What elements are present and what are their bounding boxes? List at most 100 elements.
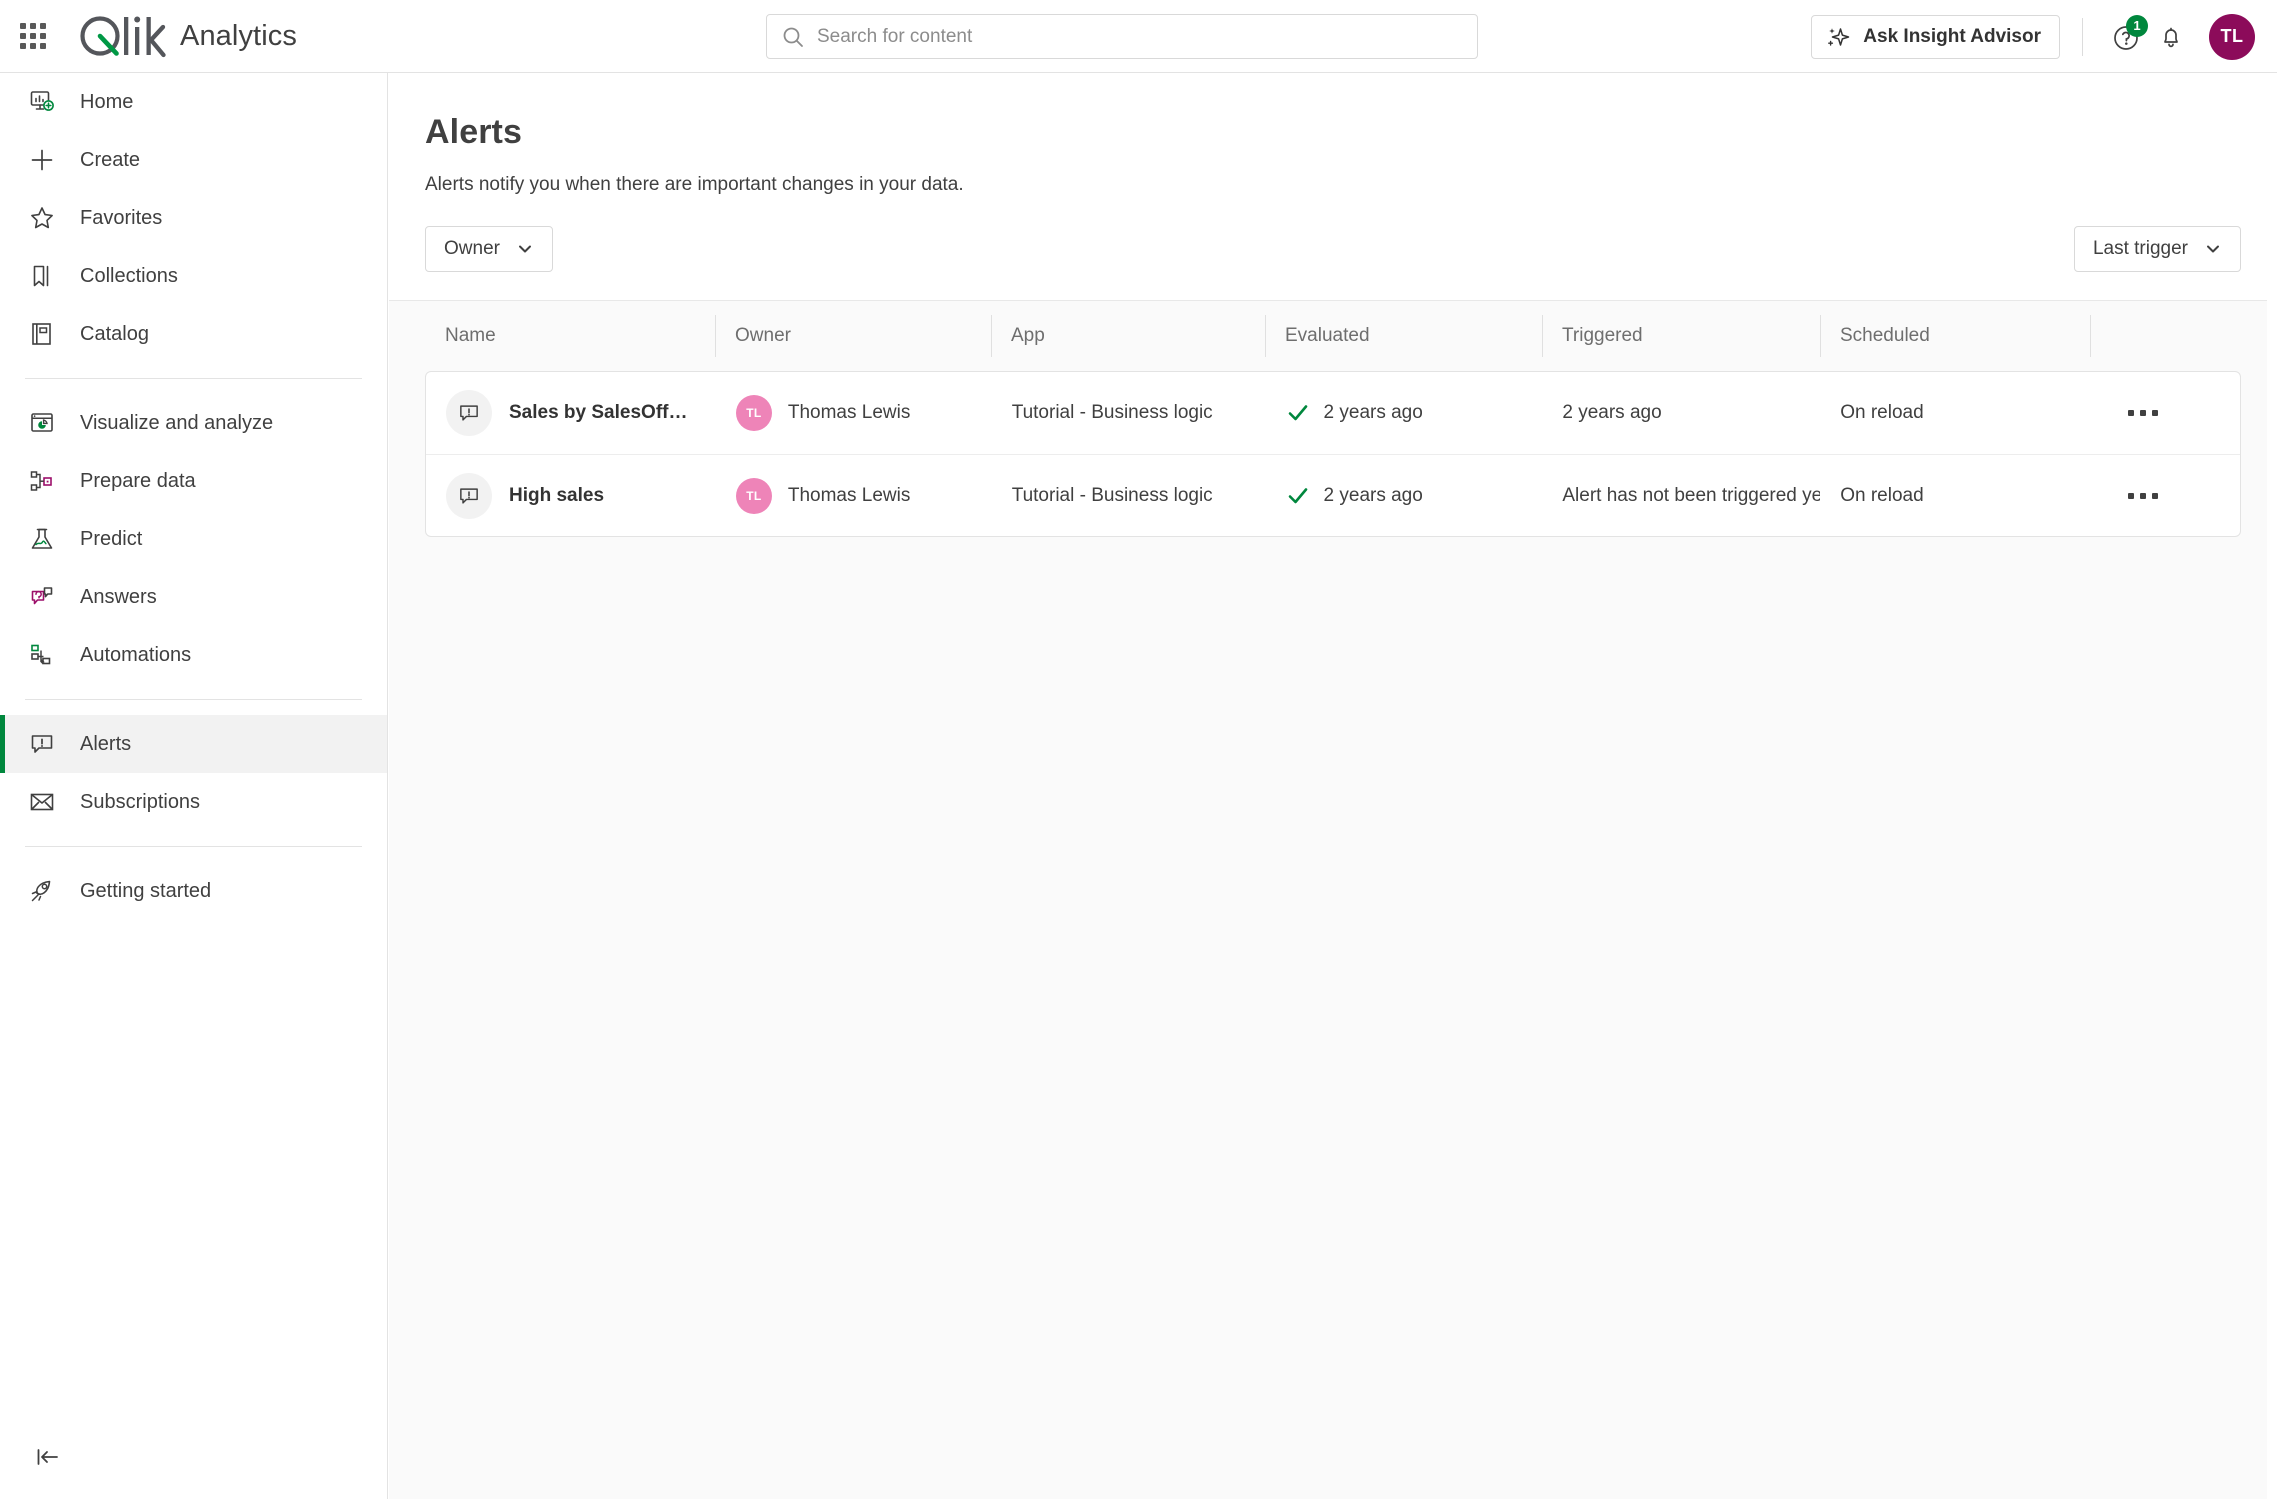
cell-actions — [2090, 372, 2240, 454]
column-header-triggered[interactable]: Triggered — [1542, 315, 1820, 357]
page-header: Alerts Alerts notify you when there are … — [389, 73, 2277, 301]
column-header-scheduled[interactable]: Scheduled — [1820, 315, 2090, 357]
sidebar-item-catalog[interactable]: Catalog — [0, 305, 387, 363]
more-options-icon[interactable] — [2118, 393, 2168, 433]
sidebar-item-subscriptions[interactable]: Subscriptions — [0, 773, 387, 831]
sidebar-divider — [25, 699, 362, 700]
ask-insight-advisor-button[interactable]: Ask Insight Advisor — [1811, 14, 2060, 59]
notifications-button[interactable] — [2149, 15, 2193, 59]
scheduled-value: On reload — [1840, 484, 1924, 506]
evaluated-time: 2 years ago — [1323, 402, 1423, 423]
search-bar[interactable] — [766, 14, 1478, 59]
table-row[interactable]: Sales by SalesOff… TL Thomas Lewis Tutor… — [426, 372, 2240, 454]
alert-bubble-icon — [446, 390, 492, 436]
cell-app: Tutorial - Business logic — [992, 372, 1266, 454]
help-badge: 1 — [2126, 14, 2148, 37]
sidebar-item-alerts[interactable]: Alerts — [0, 715, 387, 773]
chevron-down-icon — [518, 245, 531, 253]
star-icon — [25, 201, 59, 235]
data-nodes-icon — [25, 464, 59, 498]
cell-scheduled: On reload — [1820, 372, 2090, 454]
evaluated-time: 2 years ago — [1323, 484, 1423, 506]
cell-evaluated: 2 years ago — [1266, 455, 1543, 536]
sort-button[interactable]: Last trigger — [2073, 226, 2241, 272]
column-header-evaluated[interactable]: Evaluated — [1265, 315, 1542, 357]
bell-icon — [2164, 27, 2178, 47]
alert-bubble-icon — [446, 472, 492, 519]
search-icon — [783, 27, 803, 47]
sidebar-item-answers[interactable]: Answers — [0, 568, 387, 626]
plus-icon — [25, 143, 59, 177]
qlik-logo-icon — [80, 16, 166, 58]
product-name: Analytics — [180, 19, 297, 52]
sidebar-item-prepare-data[interactable]: Prepare data — [0, 452, 387, 510]
user-avatar-initials: TL — [2220, 26, 2244, 46]
cell-owner: TL Thomas Lewis — [716, 455, 992, 536]
table-header-row: Name Owner App Evaluated Triggered Sched… — [425, 301, 2241, 371]
help-button[interactable]: 1 — [2105, 14, 2149, 59]
column-header-actions — [2090, 315, 2240, 357]
collapse-sidebar-button[interactable] — [28, 1437, 68, 1477]
top-bar-actions: Ask Insight Advisor 1 TL — [1811, 0, 2255, 73]
avatar: TL — [735, 477, 772, 514]
sidebar-item-create[interactable]: Create — [0, 131, 387, 189]
chat-bulb-icon — [25, 580, 59, 614]
cell-name: High sales — [426, 455, 716, 536]
sidebar-item-label: Getting started — [80, 879, 212, 902]
sidebar-item-label: Home — [80, 90, 134, 113]
sidebar-item-visualize-and-analyze[interactable]: Visualize and analyze — [0, 394, 387, 452]
envelope-icon — [25, 785, 59, 819]
cell-name: Sales by SalesOff… — [426, 372, 716, 454]
sidebar-item-label: Automations — [80, 643, 192, 666]
column-header-owner[interactable]: Owner — [715, 315, 991, 357]
apps-grid-icon[interactable] — [18, 21, 48, 51]
scheduled-value: On reload — [1840, 402, 1924, 423]
sidebar-item-label: Create — [80, 148, 141, 171]
sort-label: Last trigger — [2092, 238, 2188, 259]
sidebar-divider — [25, 846, 362, 847]
sidebar-item-label: Visualize and analyze — [80, 411, 274, 434]
brand[interactable]: Analytics — [78, 13, 297, 59]
alerts-table: Name Owner App Evaluated Triggered Sched… — [389, 301, 2277, 537]
cell-actions — [2090, 455, 2240, 536]
sidebar-item-label: Catalog — [80, 322, 149, 345]
owner-name: Thomas Lewis — [787, 484, 911, 506]
sidebar-item-collections[interactable]: Collections — [0, 247, 387, 305]
sidebar: Home Create Favorites Collections Catalo… — [0, 73, 388, 1499]
chart-window-icon — [25, 406, 59, 440]
sidebar-item-getting-started[interactable]: Getting started — [0, 862, 387, 920]
cell-app: Tutorial - Business logic — [992, 455, 1266, 536]
sidebar-divider — [25, 378, 362, 379]
user-avatar[interactable]: TL — [2209, 13, 2255, 60]
search-input[interactable] — [817, 25, 1437, 48]
page-description: Alerts notify you when there are importa… — [425, 174, 964, 195]
right-edge-gutter — [2267, 73, 2277, 1499]
avatar-initials: TL — [746, 488, 762, 503]
chevron-down-icon — [2207, 245, 2219, 253]
sidebar-item-home[interactable]: Home — [0, 73, 387, 131]
owner-name: Thomas Lewis — [787, 402, 911, 423]
column-header-app[interactable]: App — [991, 315, 1265, 357]
filter-toolbar: Owner Last trigger — [389, 196, 2277, 300]
table-row[interactable]: High sales TL Thomas Lewis Tutorial - Bu… — [426, 454, 2240, 536]
table-body: Sales by SalesOff… TL Thomas Lewis Tutor… — [425, 371, 2241, 537]
owner-filter-button[interactable]: Owner — [425, 226, 553, 272]
sidebar-item-label: Prepare data — [80, 469, 196, 492]
catalog-book-icon — [25, 317, 59, 351]
sidebar-item-predict[interactable]: Predict — [0, 510, 387, 568]
check-icon — [1286, 484, 1310, 508]
cell-evaluated: 2 years ago — [1266, 372, 1543, 454]
main-content: Alerts Alerts notify you when there are … — [389, 73, 2277, 1499]
sidebar-item-favorites[interactable]: Favorites — [0, 189, 387, 247]
triggered-time: Alert has not been triggered yet — [1562, 484, 1821, 506]
sidebar-item-automations[interactable]: Automations — [0, 626, 387, 684]
sidebar-item-label: Predict — [80, 527, 143, 550]
rocket-icon — [25, 874, 59, 908]
sidebar-item-label: Collections — [80, 264, 178, 287]
cell-triggered: Alert has not been triggered yet — [1542, 455, 1820, 536]
more-options-icon[interactable] — [2118, 476, 2168, 516]
collapse-left-icon — [37, 1449, 58, 1465]
cell-owner: TL Thomas Lewis — [716, 372, 992, 454]
avatar-initials: TL — [746, 406, 762, 420]
column-header-name[interactable]: Name — [425, 315, 715, 357]
